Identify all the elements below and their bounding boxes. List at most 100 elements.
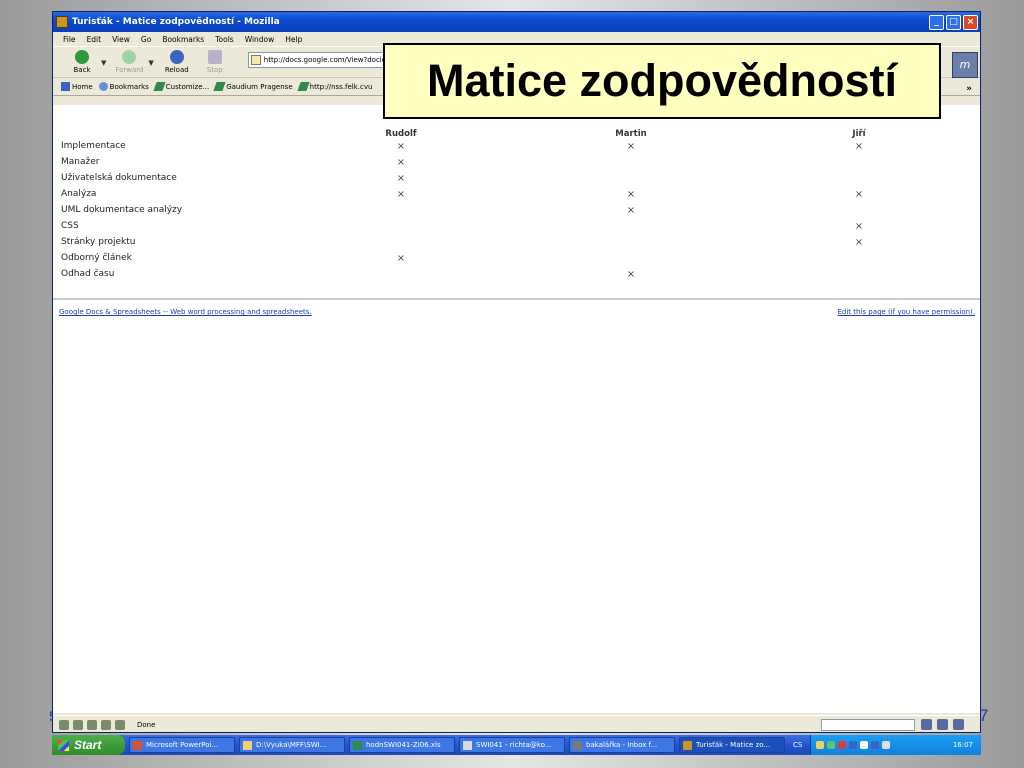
column-header-jiri: Jiří <box>852 129 866 139</box>
menu-edit[interactable]: Edit <box>87 35 102 44</box>
task-inbox[interactable]: bakalářka - Inbox f... <box>569 737 675 753</box>
reload-button[interactable]: Reload <box>158 50 196 74</box>
reload-icon <box>169 50 184 64</box>
taskbar: Start Microsoft PowerPoi... D:\Vyuka\MFF… <box>52 735 981 755</box>
bookmarks-icon <box>98 82 108 91</box>
home-icon <box>61 82 70 91</box>
tray-icon[interactable] <box>871 741 880 749</box>
menu-help[interactable]: Help <box>285 35 302 44</box>
bookmark-gaudium-label: Gaudium Pragense <box>226 82 293 91</box>
start-button[interactable]: Start <box>52 735 125 755</box>
slide-title: Matice zodpovědností <box>383 43 941 119</box>
assignment-mark: × <box>396 157 406 168</box>
progress-bar <box>821 719 915 731</box>
stop-button[interactable]: Stop <box>196 50 234 74</box>
reload-label: Reload <box>164 66 189 74</box>
google-docs-link[interactable]: Google Docs & Spreadsheets -- Web word p… <box>59 308 312 316</box>
bookmarks-overflow-button[interactable]: » <box>966 84 972 94</box>
window-title: Turisťák - Matice zodpovědností - Mozill… <box>72 17 280 27</box>
mozilla-app-icon <box>56 16 68 28</box>
status-bar: Done <box>53 715 980 732</box>
title-bar[interactable]: Turisťák - Matice zodpovědností - Mozill… <box>53 12 980 32</box>
tray-icon[interactable] <box>816 741 825 749</box>
assignment-mark: × <box>854 189 864 200</box>
security-icon <box>937 719 948 730</box>
assignment-mark: × <box>626 189 636 200</box>
bookmark-home-label: Home <box>72 82 93 91</box>
assignment-mark: × <box>396 189 406 200</box>
tray-icon[interactable] <box>838 741 847 749</box>
assignment-mark: × <box>854 237 864 248</box>
task-label: Turisťák - Matice zo... <box>696 741 771 749</box>
task-browser[interactable]: Turisťák - Matice zo... <box>679 737 785 753</box>
row-label: Implementace <box>61 141 126 151</box>
bookmark-bookmarks-label: Bookmarks <box>109 82 149 91</box>
maximize-button[interactable]: □ <box>946 14 961 30</box>
irc-icon[interactable] <box>115 719 125 730</box>
assignment-mark: × <box>626 269 636 280</box>
windows-logo-icon <box>58 739 69 751</box>
menu-go[interactable]: Go <box>141 35 151 44</box>
tray-icon[interactable] <box>849 741 858 749</box>
row-label: Uživatelská dokumentace <box>61 173 177 183</box>
forward-button[interactable]: Forward <box>110 50 148 74</box>
edit-page-link[interactable]: Edit this page (if you have permission). <box>837 308 975 316</box>
address-book-icon[interactable] <box>101 719 111 730</box>
forward-arrow-icon <box>122 50 137 64</box>
back-button[interactable]: Back <box>63 50 101 74</box>
menu-view[interactable]: View <box>112 35 130 44</box>
bookmark-customize-label: Customize... <box>165 82 210 91</box>
back-label: Back <box>73 66 91 74</box>
menu-window[interactable]: Window <box>245 35 275 44</box>
task-powerpoint[interactable]: Microsoft PowerPoi... <box>129 737 235 753</box>
bookmark-bookmarks[interactable]: Bookmarks <box>98 82 149 91</box>
page-icon <box>250 55 261 65</box>
menu-tools[interactable]: Tools <box>215 35 233 44</box>
menu-bookmarks[interactable]: Bookmarks <box>162 35 204 44</box>
close-button[interactable]: × <box>963 14 978 30</box>
row-label: Analýza <box>61 189 97 199</box>
clock: 16:07 <box>952 741 973 749</box>
language-indicator[interactable]: CS <box>793 741 802 749</box>
stop-icon <box>207 50 222 64</box>
minimize-button[interactable]: _ <box>929 14 944 30</box>
powerpoint-icon <box>133 740 142 750</box>
mail-app-icon <box>463 740 472 750</box>
row-label: Odhad času <box>61 269 115 279</box>
tray-icon[interactable] <box>860 741 869 749</box>
page-content: Rudolf Martin Jiří Implementace × × × Manaže… <box>53 105 980 713</box>
bookmark-home[interactable]: Home <box>61 82 93 91</box>
back-dropdown-icon[interactable]: ▼ <box>101 59 106 67</box>
bookmark-gaudium[interactable]: Gaudium Pragense <box>213 82 293 91</box>
menu-file[interactable]: File <box>63 35 76 44</box>
task-mail[interactable]: SWI041 - richta@ko... <box>459 737 565 753</box>
tray-icon[interactable] <box>882 741 891 749</box>
bookmark-page-icon <box>213 82 226 91</box>
task-folder[interactable]: D:\Vyuka\MFF\SWI... <box>239 737 345 753</box>
inbox-icon <box>573 740 582 750</box>
mail-icon[interactable] <box>73 719 83 730</box>
column-header-martin: Martin <box>615 129 647 139</box>
task-excel[interactable]: hodnSWI041-ZI06.xls <box>349 737 455 753</box>
task-label: hodnSWI041-ZI06.xls <box>366 741 441 749</box>
composer-icon[interactable] <box>87 719 97 730</box>
row-label: Manažer <box>61 157 100 167</box>
task-label: Microsoft PowerPoi... <box>146 741 219 749</box>
forward-label: Forward <box>115 66 144 74</box>
popup-icon <box>953 719 964 730</box>
assignment-mark: × <box>396 173 406 184</box>
task-label: SWI041 - richta@ko... <box>476 741 552 749</box>
assignment-mark: × <box>396 253 406 264</box>
browser-window: Turisťák - Matice zodpovědností - Mozill… <box>52 11 981 733</box>
slide-number: 7 <box>979 706 989 725</box>
mozilla-throbber-icon[interactable]: m <box>952 52 978 78</box>
forward-dropdown-icon[interactable]: ▼ <box>148 59 153 67</box>
bookmark-customize[interactable]: Customize... <box>153 82 210 91</box>
row-label: CSS <box>61 221 79 231</box>
bookmark-nss[interactable]: http://nss.felk.cvu <box>297 82 372 91</box>
navigator-icon[interactable] <box>59 719 69 730</box>
online-status-icon <box>921 719 932 730</box>
assignment-mark: × <box>626 205 636 216</box>
tray-icon[interactable] <box>827 741 836 749</box>
assignment-mark: × <box>854 141 864 152</box>
